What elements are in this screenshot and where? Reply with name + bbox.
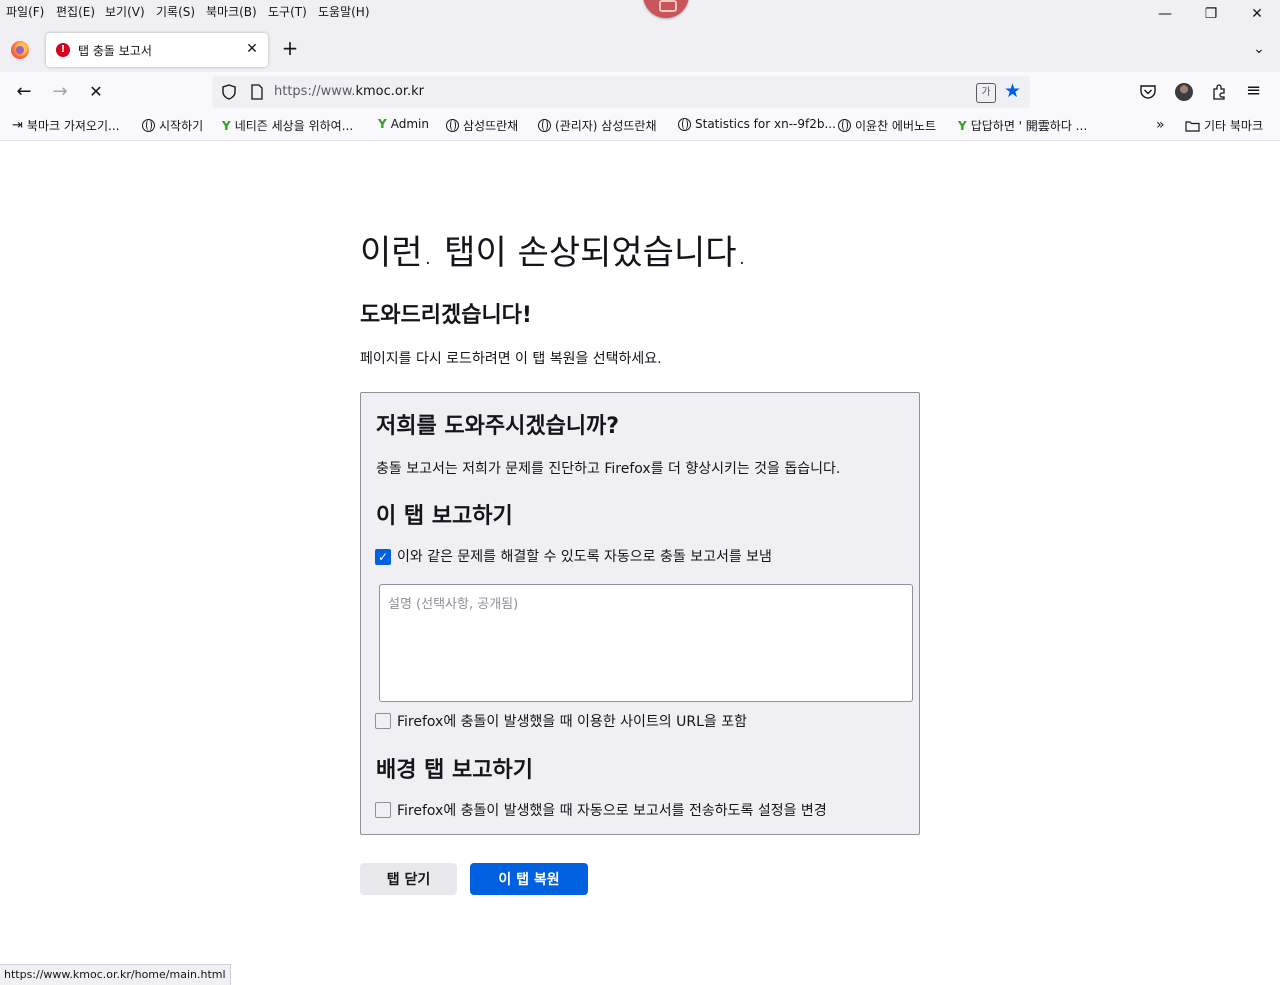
firefox-view-icon[interactable] [11, 41, 29, 59]
menu-history[interactable]: 기록(S) [156, 3, 195, 20]
menu-bar: 파일(F) 편집(E) 보기(V) 기록(S) 북마크(B) 도구(T) 도움말… [0, 0, 1280, 28]
close-window-button[interactable]: ✕ [1234, 0, 1280, 28]
bookmarks-overflow-icon[interactable]: » [1156, 117, 1165, 133]
bookmark-statistics[interactable]: Statistics for xn--9f2b... [678, 117, 836, 131]
this-tab-heading: 이 탭 보고하기 [376, 504, 513, 529]
folder-icon [1185, 120, 1200, 132]
tab-crash-report[interactable]: ! 탭 충돌 보고서 ✕ [46, 33, 268, 67]
url-text[interactable]: https://www.kmoc.or.kr [274, 84, 424, 99]
bookmark-import[interactable]: ⇥ 북마크 가져오기... [12, 117, 119, 134]
background-tab-heading: 배경 탭 보고하기 [376, 758, 533, 783]
restore-button[interactable]: ❐ [1188, 0, 1234, 28]
page-description: 페이지를 다시 로드하려면 이 탭 복원을 선택하세요. [360, 351, 662, 367]
background-report-checkbox[interactable] [375, 802, 391, 818]
close-tab-button[interactable]: 탭 닫기 [360, 863, 457, 895]
globe-icon [446, 119, 459, 132]
menu-help[interactable]: 도움말(H) [318, 3, 370, 20]
globe-icon [538, 119, 551, 132]
screen-capture-icon[interactable] [643, 0, 689, 18]
other-bookmarks[interactable]: 기타 북마크 [1185, 117, 1263, 134]
page-subtitle: 도와드리겠습니다! [360, 303, 532, 328]
include-url-checkbox[interactable] [375, 713, 391, 729]
restore-tab-button[interactable]: 이 탭 복원 [470, 863, 588, 895]
new-tab-icon[interactable]: + [279, 38, 301, 60]
status-bar-url: https://www.kmoc.or.kr/home/main.html [0, 964, 231, 985]
bookmark-star-icon[interactable]: ★ [1004, 80, 1021, 102]
sprout-icon: Y [222, 118, 231, 133]
globe-icon [838, 119, 851, 132]
translate-icon[interactable]: 가 [976, 83, 996, 103]
pocket-icon[interactable] [1139, 84, 1157, 100]
include-url-label[interactable]: Firefox에 충돌이 발생했을 때 이용한 사이트의 URL을 포함 [397, 711, 747, 731]
globe-icon [142, 119, 155, 132]
import-icon: ⇥ [12, 118, 23, 133]
bookmark-evernote[interactable]: 이윤찬 에버노트 [838, 117, 936, 134]
url-bar[interactable]: https://www.kmoc.or.kr 가 ★ [212, 76, 1030, 108]
sprout-icon: Y [378, 117, 387, 131]
account-avatar[interactable] [1175, 83, 1193, 101]
tab-strip: ! 탭 충돌 보고서 ✕ + ⌄ [0, 28, 1280, 72]
page-content: 이런. 탭이 손상되었습니다. 도와드리겠습니다! 페이지를 다시 로드하려면 … [0, 141, 1280, 984]
bookmark-admin[interactable]: Y Admin [378, 117, 429, 131]
back-icon[interactable]: ← [10, 78, 38, 106]
minimize-button[interactable]: — [1142, 0, 1188, 28]
menu-file[interactable]: 파일(F) [6, 3, 44, 20]
bookmark-getting-started[interactable]: 시작하기 [142, 117, 203, 134]
auto-send-checkbox[interactable]: ✓ [375, 549, 391, 565]
extensions-icon[interactable] [1211, 83, 1229, 101]
page-title: 이런. 탭이 손상되었습니다. [360, 233, 748, 273]
bookmark-samsung-admin[interactable]: (관리자) 삼성뜨란채 [538, 117, 657, 134]
menu-view[interactable]: 보기(V) [105, 3, 145, 20]
menu-tools[interactable]: 도구(T) [268, 3, 307, 20]
report-heading: 저희를 도와주시겠습니까? [376, 414, 620, 439]
menu-bookmarks[interactable]: 북마크(B) [206, 3, 257, 20]
menu-edit[interactable]: 편집(E) [56, 3, 95, 20]
report-intro: 충돌 보고서는 저희가 문제를 진단하고 Firefox를 더 향상시키는 것을… [376, 461, 841, 477]
bookmark-netizen[interactable]: Y 네티즌 세상을 위하여... [222, 117, 353, 134]
error-icon: ! [56, 43, 70, 57]
auto-send-label[interactable]: 이와 같은 문제를 해결할 수 있도록 자동으로 충돌 보고서를 보냄 [397, 546, 772, 566]
globe-icon [678, 117, 691, 131]
list-all-tabs-icon[interactable]: ⌄ [1248, 38, 1270, 60]
tab-title: 탭 충돌 보고서 [78, 44, 152, 58]
background-report-label[interactable]: Firefox에 충돌이 발생했을 때 자동으로 보고서를 전송하도록 설정을 … [397, 800, 827, 820]
tracking-protection-icon[interactable] [221, 84, 237, 100]
bookmark-dapdap[interactable]: Y 답답하면 ' 開雲하다 ... [958, 117, 1087, 134]
close-tab-icon[interactable]: ✕ [242, 39, 262, 59]
sprout-icon: Y [958, 118, 967, 133]
page-info-icon[interactable] [250, 84, 264, 100]
comment-textarea[interactable] [379, 584, 913, 702]
crash-report-panel: 저희를 도와주시겠습니까? 충돌 보고서는 저희가 문제를 진단하고 Firef… [360, 392, 920, 835]
app-menu-icon[interactable]: ≡ [1246, 80, 1261, 101]
stop-loading-icon[interactable]: ✕ [82, 78, 110, 106]
forward-icon[interactable]: → [46, 78, 74, 106]
bookmarks-toolbar: ⇥ 북마크 가져오기... 시작하기 Y 네티즌 세상을 위하여... Y Admin… [0, 112, 1280, 141]
bookmark-samsung[interactable]: 삼성뜨란채 [446, 117, 518, 134]
navigation-toolbar: ← → ✕ https://www.kmoc.or.kr 가 ★ ≡ [0, 72, 1280, 112]
